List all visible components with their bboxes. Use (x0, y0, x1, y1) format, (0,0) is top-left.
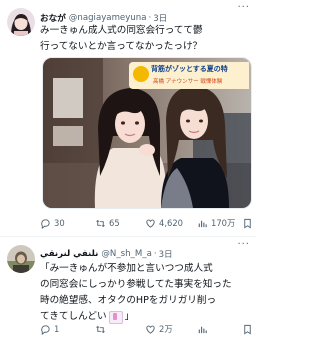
like-button[interactable]: 4,620 (145, 218, 197, 229)
avatar[interactable] (7, 8, 35, 36)
tweet-photo[interactable]: 背筋がゾッとする夏の特 髙橋 アナウンサー 戦慄体験 (42, 57, 252, 209)
tweet-text-line: 行ってないとか言ってなかったっけ？ (40, 41, 203, 52)
reply-icon (41, 324, 50, 335)
tweet-2[interactable]: ﻧﻠﻨﻔﻲ ﻟﻨﺮﻧﻘﻲ @N_sh_M_a · 3日 ··· 「み一きゅんが不… (0, 237, 256, 350)
user-handle[interactable]: @nagiayameyuna (69, 13, 147, 23)
retweet-button[interactable] (95, 324, 145, 335)
separator: · (148, 13, 152, 23)
bookmark-icon (244, 218, 251, 228)
tweet-text: み一きゅん成人式の同窓会行ってて鬱 行ってないとか言ってなかったっけ？ (40, 23, 252, 55)
banner-title: 背筋がゾッとする夏の特 (151, 65, 228, 73)
tweet-1[interactable]: おなが @nagiayameyuna · 3日 ··· み一きゅん成人式の同窓会… (0, 0, 256, 235)
like-count: 4,620 (159, 218, 183, 228)
media-banner: 背筋がゾッとする夏の特 髙橋 アナウンサー 戦慄体験 (129, 62, 249, 89)
views-chart-icon (198, 220, 207, 227)
tweet-text-line: み一きゅん成人式の同窓会行ってて鬱 (40, 25, 203, 36)
tweet-actions: 1 2万 (40, 322, 254, 336)
bookmark-button[interactable] (242, 324, 254, 335)
tweet-header: ﻧﻠﻨﻔﻲ ﻟﻨﺮﻧﻘﻲ @N_sh_M_a · 3日 (40, 246, 240, 262)
retweet-button[interactable]: 65 (95, 218, 145, 229)
heart-icon (146, 219, 155, 228)
reply-count: 30 (54, 218, 65, 228)
tweet-actions: 30 65 4,620 170万 (40, 216, 254, 230)
reply-button[interactable]: 30 (40, 218, 95, 229)
bookmark-icon (244, 324, 251, 334)
reply-icon (41, 218, 50, 229)
views-button[interactable] (197, 324, 242, 335)
views-button[interactable]: 170万 (197, 217, 242, 229)
views-count: 170万 (211, 218, 236, 228)
more-options-icon[interactable]: ··· (237, 239, 250, 250)
more-options-icon[interactable]: ··· (237, 2, 250, 13)
tweet-text: 「み一きゅんが不参加と言いつつ成人式 の同窓会にしっかり参戦してた事実を知った … (40, 261, 252, 325)
tweet-text-line: の同窓会にしっかり参戦してた事実を知った (40, 279, 232, 290)
like-button[interactable]: 2万 (145, 323, 197, 335)
views-chart-icon (198, 326, 207, 333)
avatar[interactable] (7, 245, 35, 273)
tweet-text-line: 「み一きゅんが不参加と言いつつ成人式 (40, 263, 213, 274)
bookmark-button[interactable] (242, 218, 254, 229)
like-count: 2万 (159, 324, 173, 334)
banner-logo-icon (133, 66, 149, 82)
heart-icon (146, 325, 155, 334)
retweet-icon (95, 219, 106, 227)
retweet-icon (95, 325, 106, 333)
tweet-text-line: 時の絶望感、オタクのHPをガリガリ削っ (40, 295, 217, 306)
reply-button[interactable]: 1 (40, 324, 95, 335)
retweet-count: 65 (109, 218, 120, 228)
timestamp[interactable]: 3日 (159, 248, 173, 260)
display-name[interactable]: ﻧﻠﻨﻔﻲ ﻟﻨﺮﻧﻘﻲ (40, 249, 98, 259)
reply-count: 1 (54, 324, 60, 334)
banner-subtitle: 髙橋 アナウンサー 戦慄体験 (153, 79, 223, 85)
user-handle[interactable]: @N_sh_M_a (101, 249, 152, 259)
separator: · (153, 249, 157, 259)
